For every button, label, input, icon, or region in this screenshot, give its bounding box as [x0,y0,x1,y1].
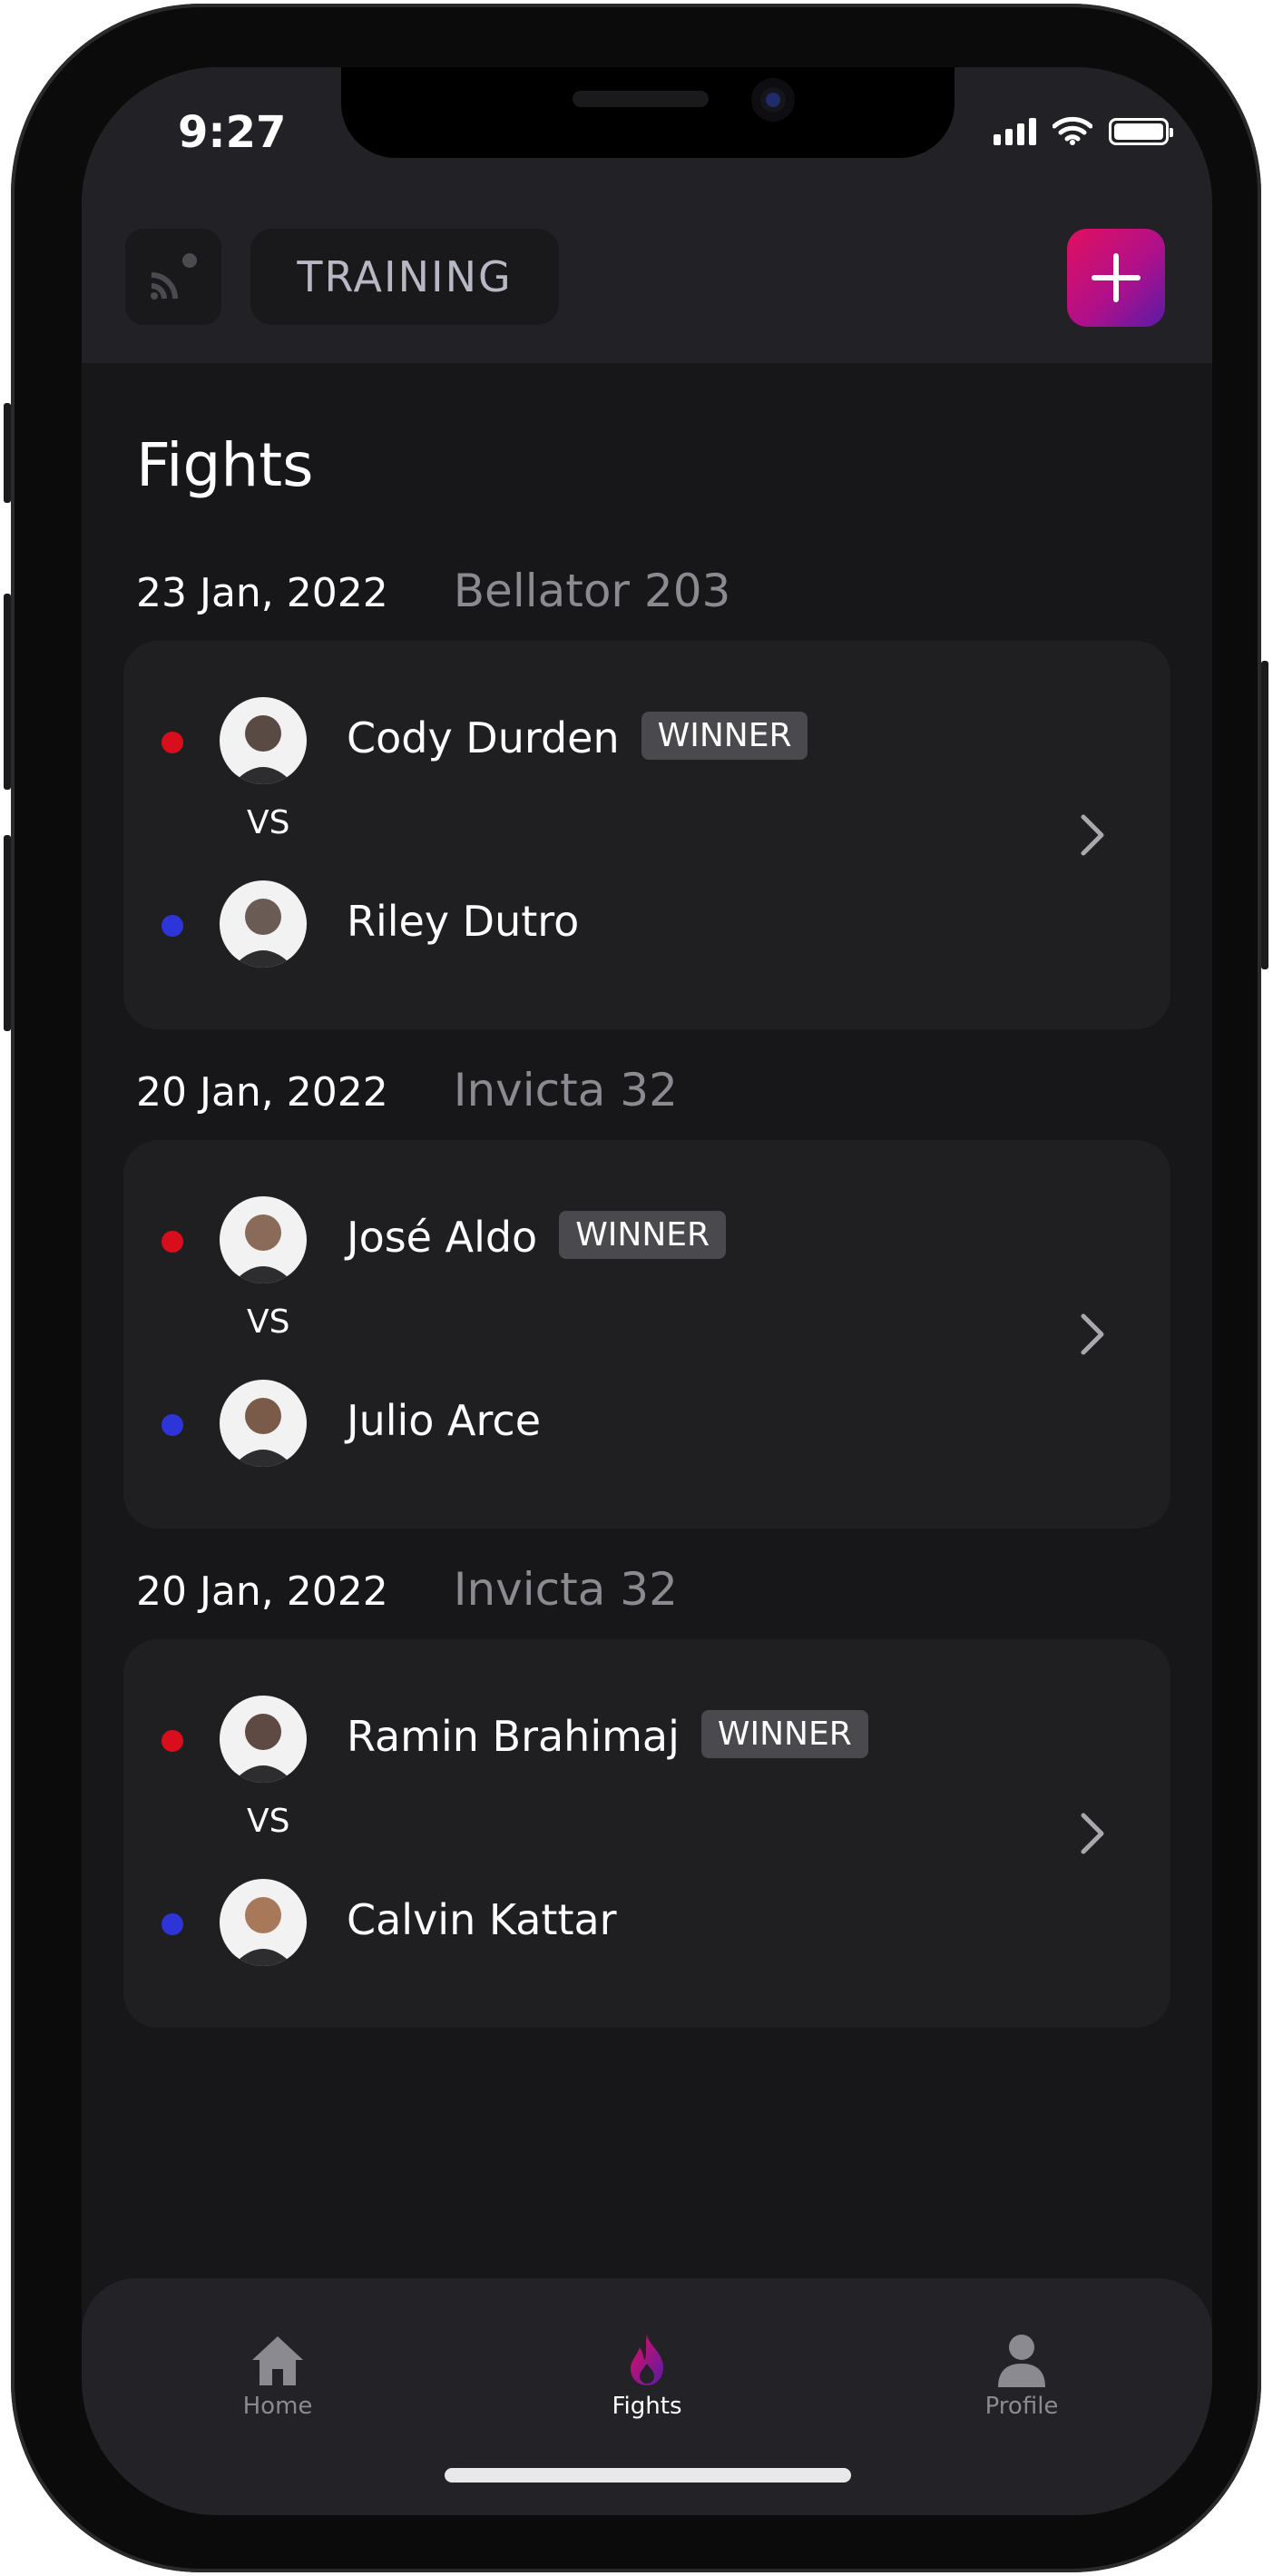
add-fight-button[interactable] [1067,229,1165,327]
power-button [1261,661,1268,969]
avatar [220,1196,307,1283]
fight-section-header: 20 Jan, 2022 Invicta 32 [136,1563,678,1617]
vs-label: VS [247,1303,290,1341]
fight-card[interactable]: Ramin Brahimaj WINNER VS Calvin Kattar [123,1639,1170,2028]
fighter-name-row: José Aldo WINNER [347,1211,727,1264]
status-icons [994,116,1173,145]
fighter-name: Ramin Brahimaj [347,1712,680,1761]
training-button[interactable]: TRAINING [250,229,559,325]
page-title: Fights [136,430,314,500]
tab-label: Home [242,2393,313,2420]
avatar [220,1380,307,1467]
cast-button[interactable] [125,229,221,325]
avatar [220,697,307,784]
screen: 9:27 TRAINING Fights 23 Jan, 2022 Bellat… [82,67,1212,2515]
person-icon [998,2335,1045,2387]
tab-label: Profile [984,2393,1059,2420]
cast-icon [151,253,197,300]
fight-date: 20 Jan, 2022 [136,1568,388,1615]
red-corner-dot [162,1730,183,1752]
tab-fights[interactable]: Fights [556,2333,738,2420]
red-corner-fighter: Cody Durden WINNER [123,697,940,784]
home-icon [252,2336,303,2385]
chevron-right-icon[interactable] [1065,1806,1120,1861]
red-corner-fighter: José Aldo WINNER [123,1196,940,1283]
avatar [220,880,307,968]
blue-corner-fighter: Riley Dutro [123,880,940,968]
fighter-name-row: Cody Durden WINNER [347,712,808,765]
signal-icon [994,118,1036,145]
notch [341,67,955,158]
fight-event: Invicta 32 [453,1563,678,1616]
plus-icon [1092,253,1141,302]
fight-event: Bellator 203 [453,565,731,617]
winner-badge: WINNER [700,1710,868,1758]
fight-date: 20 Jan, 2022 [136,1069,388,1116]
winner-badge: WINNER [641,712,808,760]
fighter-name: Riley Dutro [347,897,580,946]
phone-frame: 9:27 TRAINING Fights 23 Jan, 2022 Bellat… [4,4,1268,2572]
volume-down-button [4,835,11,1031]
fighter-name: Calvin Kattar [347,1895,617,1944]
volume-up-button [4,594,11,790]
chevron-right-icon[interactable] [1065,808,1120,862]
fight-card[interactable]: Cody Durden WINNER VS Riley Dutro [123,641,1170,1029]
status-time: 9:27 [178,107,287,158]
front-camera [751,78,795,122]
avatar [220,1696,307,1783]
tab-label: Fights [612,2393,682,2420]
fight-event: Invicta 32 [453,1064,678,1116]
fight-section-header: 23 Jan, 2022 Bellator 203 [136,565,730,619]
fighter-name: Julio Arce [347,1396,542,1445]
vs-label: VS [247,1803,290,1840]
blue-corner-dot [162,1414,183,1436]
avatar [220,1879,307,1966]
fight-card[interactable]: José Aldo WINNER VS Julio Arce [123,1140,1170,1529]
tab-profile[interactable]: Profile [931,2333,1112,2420]
vs-label: VS [247,804,290,841]
blue-corner-dot [162,915,183,937]
red-corner-dot [162,1231,183,1253]
speaker [573,91,709,107]
mute-switch [4,403,11,503]
winner-badge: WINNER [559,1211,727,1259]
flame-icon [631,2335,663,2385]
blue-corner-dot [162,1913,183,1935]
fight-section-header: 20 Jan, 2022 Invicta 32 [136,1064,678,1118]
red-corner-fighter: Ramin Brahimaj WINNER [123,1696,940,1783]
wifi-icon [1053,116,1092,145]
blue-corner-fighter: Calvin Kattar [123,1879,940,1966]
red-corner-dot [162,732,183,753]
fighter-name: Cody Durden [347,713,620,762]
fight-date: 23 Jan, 2022 [136,570,388,616]
tab-home[interactable]: Home [187,2333,368,2420]
battery-icon [1109,118,1173,145]
home-indicator[interactable] [445,2468,851,2483]
blue-corner-fighter: Julio Arce [123,1380,940,1467]
fighter-name-row: Ramin Brahimaj WINNER [347,1710,868,1764]
chevron-right-icon[interactable] [1065,1307,1120,1362]
fighter-name: José Aldo [347,1213,538,1262]
